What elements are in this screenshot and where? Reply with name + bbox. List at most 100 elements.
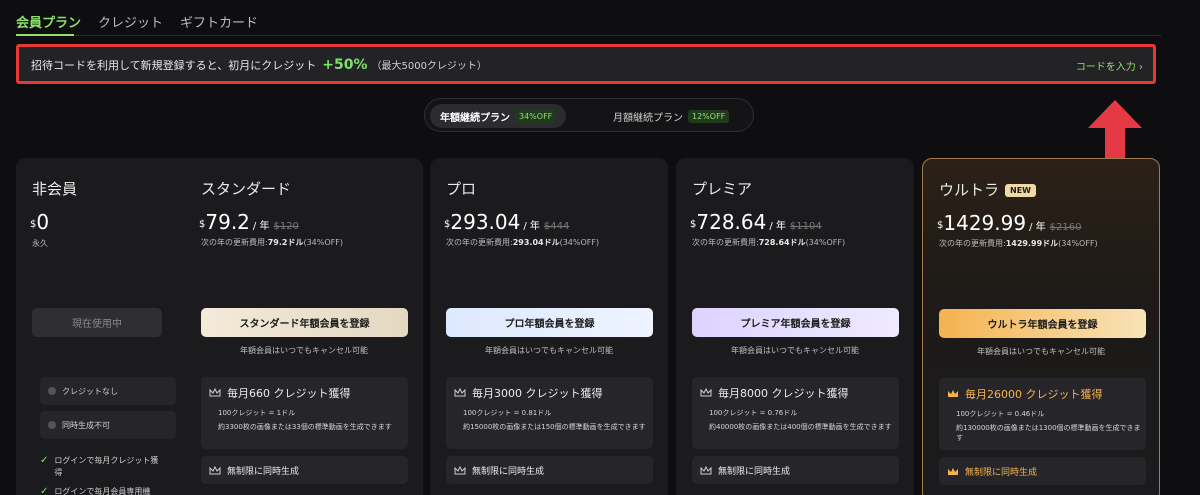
subscribe-pro-button[interactable]: プロ年額会員を登録 — [446, 308, 653, 337]
renewal-prefix: 次の年の更新費用: — [692, 238, 759, 247]
renewal-value: 1429.99ドル — [1005, 239, 1059, 248]
credits-feature-box: 毎月3000 クレジット獲得 100クレジット = 0.81ドル 約15000枚… — [446, 377, 653, 449]
check-icon: ✓ — [40, 486, 49, 495]
yearly-plan-option[interactable]: 年額継続プラン 34%OFF — [430, 104, 567, 128]
feature-no-concurrent: 同時生成不可 — [40, 411, 176, 439]
renewal-prefix: 次の年の更新費用: — [201, 238, 268, 247]
feature-no-credits: クレジットなし — [40, 377, 176, 405]
crown-icon — [948, 467, 958, 475]
tab-membership-plan[interactable]: 会員プラン — [16, 12, 81, 31]
price-value: 79.2 — [205, 210, 250, 234]
renewal-suffix: (34%OFF) — [805, 238, 846, 247]
renewal-cost: 次の年の更新費用:293.04ドル(34%OFF) — [446, 237, 599, 248]
feature-label: ログインで毎月クレジット獲得 — [54, 456, 159, 477]
plan-price: $0 — [30, 210, 49, 234]
credits-feature-box: 毎月660 クレジット獲得 100クレジット = 1ドル 約3300枚の画像また… — [201, 377, 408, 449]
check-icon: ✓ — [40, 455, 49, 466]
crown-icon — [700, 388, 712, 397]
price-period: / 年 — [523, 221, 540, 232]
monthly-credits: 毎月3000 クレジット獲得 — [472, 387, 603, 400]
concurrent-feature-box: 無制限に同時生成 — [201, 456, 408, 484]
feature-label: クレジットなし — [62, 386, 118, 396]
generation-estimate: 約15000枚の画像または150個の標準動画を生成できます — [463, 423, 646, 431]
price-value: 0 — [36, 210, 50, 234]
plan-price: $1429.99/ 年 $2160 — [937, 211, 1081, 235]
concurrent-label: 無制限に同時生成 — [472, 467, 545, 477]
plan-tabs: 会員プラン クレジット ギフトカード — [16, 0, 1161, 36]
price-value: 293.04 — [450, 210, 521, 234]
generation-estimate: 約40000枚の画像または400個の標準動画を生成できます — [709, 423, 892, 431]
renewal-cost: 次の年の更新費用:79.2ドル(34%OFF) — [201, 237, 343, 248]
crown-icon — [454, 465, 466, 474]
new-badge: NEW — [1005, 184, 1036, 197]
crown-icon — [209, 465, 221, 474]
concurrent-heading: 無制限に同時生成 — [700, 464, 790, 477]
tab-credits[interactable]: クレジット — [98, 12, 163, 31]
plan-name-row: ウルトラ NEW — [939, 179, 1036, 200]
monthly-credits: 毎月660 クレジット獲得 — [227, 387, 351, 400]
tab-gift-card[interactable]: ギフトカード — [180, 12, 258, 31]
banner-bonus-note: （最大5000クレジット） — [371, 61, 487, 72]
monthly-credits: 毎月8000 クレジット獲得 — [718, 387, 849, 400]
renewal-prefix: 次の年の更新費用: — [939, 239, 1006, 248]
credit-rate: 100クレジット = 1ドル — [218, 409, 296, 417]
renewal-value: 728.64ドル — [758, 238, 806, 247]
plan-card-ultra: ウルトラ NEW $1429.99/ 年 $2160 次の年の更新費用:1429.9… — [922, 158, 1160, 495]
subscribe-ultra-button[interactable]: ウルトラ年額会員を登録 — [939, 309, 1146, 338]
plan-name: スタンダード — [201, 180, 292, 198]
plan-card-pro: プロ $293.04/ 年 $444 次の年の更新費用:293.04ドル(34%O… — [430, 158, 668, 495]
feature-label: ログインで毎月会員専用機 — [54, 487, 151, 495]
subscribe-premier-button[interactable]: プレミア年額会員を登録 — [692, 308, 899, 337]
credit-rate: 100クレジット = 0.81ドル — [463, 409, 552, 417]
concurrent-feature-box: 無制限に同時生成 — [939, 457, 1146, 485]
dot-icon — [48, 421, 56, 429]
credits-heading: 毎月26000 クレジット獲得 — [947, 386, 1103, 402]
renewal-suffix: (34%OFF) — [559, 238, 600, 247]
cancel-anytime-note: 年額会員はいつでもキャンセル可能 — [731, 346, 859, 355]
crown-icon — [209, 388, 221, 397]
generation-estimate: 約3300枚の画像または33個の標準動画を生成できます — [218, 423, 392, 431]
plan-price: $293.04/ 年 $444 — [444, 210, 569, 234]
renewal-cost: 次の年の更新費用:1429.99ドル(34%OFF) — [939, 238, 1098, 249]
yearly-plan-label: 年額継続プラン — [440, 112, 510, 124]
price-value: 728.64 — [696, 210, 767, 234]
original-price: $1104 — [789, 221, 822, 232]
monthly-credits: 毎月26000 クレジット獲得 — [965, 388, 1103, 401]
plan-price: $728.64/ 年 $1104 — [690, 210, 822, 234]
price-value: 1429.99 — [943, 211, 1027, 235]
dot-icon — [48, 387, 56, 395]
enter-code-link[interactable]: コードを入力 › — [1076, 58, 1143, 73]
price-period: / 年 — [252, 221, 270, 232]
monthly-discount-badge: 12%OFF — [688, 109, 730, 123]
subscribe-standard-button[interactable]: スタンダード年額会員を登録 — [201, 308, 408, 337]
renewal-cost: 次の年の更新費用:728.64ドル(34%OFF) — [692, 237, 845, 248]
crown-icon — [454, 388, 466, 397]
concurrent-heading: 無制限に同時生成 — [209, 464, 299, 477]
renewal-suffix: (34%OFF) — [303, 238, 343, 247]
plan-name: プレミア — [692, 180, 753, 198]
concurrent-label: 無制限に同時生成 — [718, 467, 791, 477]
current-plan-button: 現在使用中 — [32, 308, 162, 337]
active-tab-indicator — [16, 34, 74, 36]
cancel-anytime-note: 年額会員はいつでもキャンセル可能 — [485, 346, 613, 355]
banner-message: 招待コードを利用して新規登録すると、初月にクレジット +50% （最大5000クレジ… — [31, 57, 487, 73]
renewal-prefix: 次の年の更新費用: — [446, 238, 513, 247]
concurrent-feature-box: 無制限に同時生成 — [446, 456, 653, 484]
plan-name: ウルトラ — [939, 181, 1000, 199]
credits-feature-box: 毎月26000 クレジット獲得 100クレジット = 0.46ドル 約13000… — [939, 378, 1146, 450]
credit-rate: 100クレジット = 0.76ドル — [709, 409, 798, 417]
price-period: / 年 — [1029, 222, 1046, 233]
concurrent-feature-box: 無制限に同時生成 — [692, 456, 899, 484]
plan-name: プロ — [446, 180, 477, 198]
credits-heading: 毎月8000 クレジット獲得 — [700, 385, 849, 401]
price-period: / 年 — [769, 221, 786, 232]
monthly-plan-label: 月額継続プラン — [613, 112, 683, 124]
cancel-anytime-note: 年額会員はいつでもキャンセル可能 — [240, 346, 368, 355]
original-price: $120 — [273, 221, 299, 232]
monthly-plan-option[interactable]: 月額継続プラン 12%OFF — [603, 104, 739, 128]
renewal-value: 79.2ドル — [267, 238, 304, 247]
original-price: $2160 — [1049, 222, 1082, 233]
renewal-suffix: (34%OFF) — [1058, 239, 1098, 248]
feature-login-member: ✓ ログインで毎月会員専用機 — [40, 486, 150, 495]
credits-heading: 毎月3000 クレジット獲得 — [454, 385, 603, 401]
